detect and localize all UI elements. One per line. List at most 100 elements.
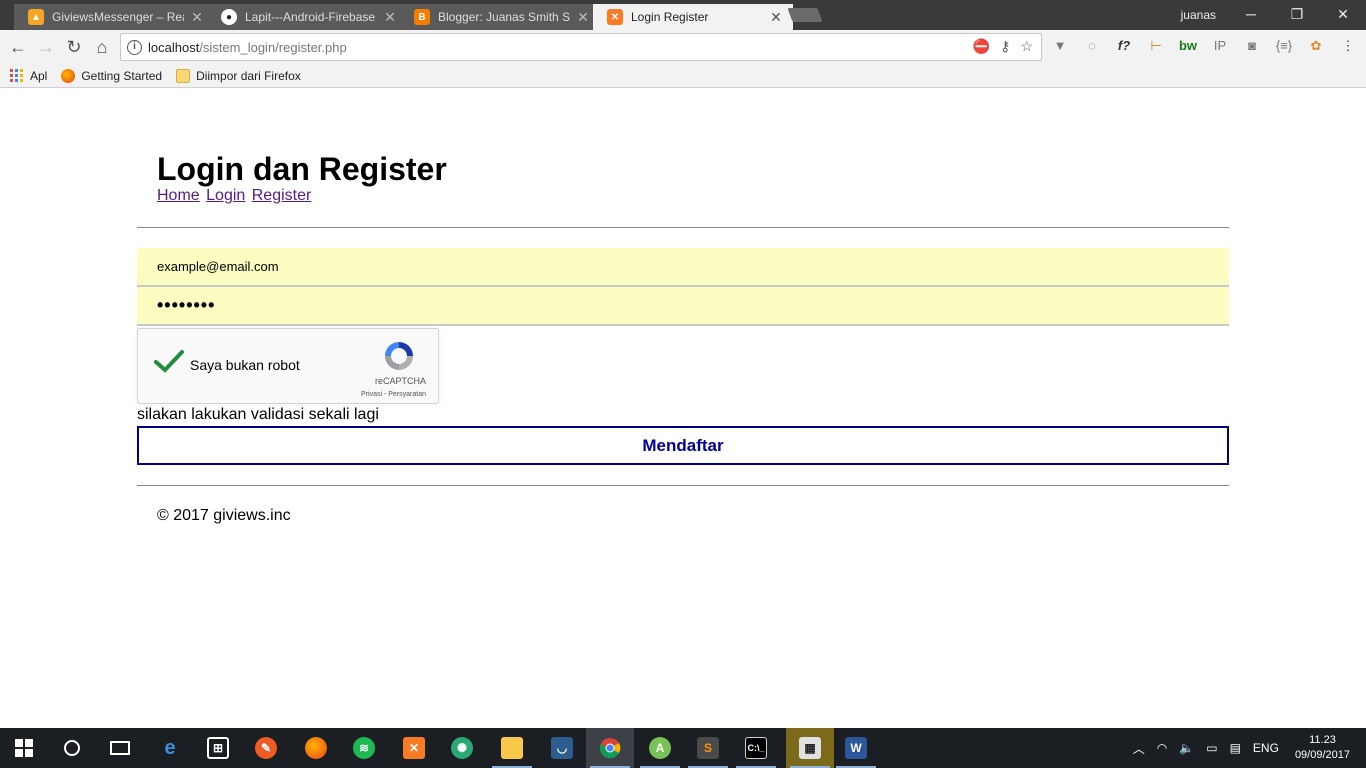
minimize-icon[interactable]: ─	[1228, 0, 1274, 30]
tab-github[interactable]: ● Lapit---Android-Firebase ✕	[207, 4, 407, 30]
browser-tab-strip: ▲ GiviewsMessenger – Real ✕ ● Lapit---An…	[0, 0, 1366, 30]
taskbar-android-studio[interactable]: A	[636, 728, 684, 768]
home-icon[interactable]: ⌂	[90, 35, 114, 59]
chevron-up-icon[interactable]: ︿	[1133, 740, 1145, 757]
tab-giviews-messenger[interactable]: ▲ GiviewsMessenger – Real ✕	[14, 4, 214, 30]
checkmark-icon[interactable]	[154, 349, 184, 373]
clock-date: 09/09/2017	[1294, 749, 1350, 761]
address-bar[interactable]: i localhost/sistem_login/register.php ⛔ …	[120, 33, 1042, 61]
blocked-popup-icon[interactable]: ⛔	[973, 38, 990, 55]
clock[interactable]: 11.23 09/09/2017	[1295, 733, 1350, 763]
volume-icon[interactable]: 🔈	[1179, 741, 1194, 755]
wifi-icon[interactable]: ◠	[1157, 741, 1167, 755]
sublime-text-icon: S	[697, 737, 719, 759]
search-button[interactable]	[48, 728, 96, 768]
captcha-links[interactable]: Privasi - Persyaratan	[361, 391, 426, 398]
footer-text: © 2017 giviews.inc	[157, 507, 291, 524]
password-field[interactable]: ••••••••	[137, 287, 1229, 326]
key-icon[interactable]: ⚷	[1000, 38, 1010, 55]
tab-title: Lapit---Android-Firebase	[245, 10, 376, 24]
extension-circle-icon[interactable]: ◌	[1082, 35, 1102, 57]
info-icon[interactable]: i	[127, 39, 142, 55]
android-studio-icon: A	[649, 737, 671, 759]
new-tab-button[interactable]	[787, 8, 823, 22]
close-icon[interactable]: ✕	[383, 9, 397, 26]
bookmark-apps[interactable]: Apl	[10, 68, 47, 83]
taskbar-store[interactable]: ⊞	[194, 728, 242, 768]
taskbar-sublime[interactable]: S	[684, 728, 732, 768]
taskbar-atom[interactable]: ✺	[438, 728, 486, 768]
folder-icon	[176, 68, 191, 83]
nav-login-link[interactable]: Login	[206, 187, 245, 204]
ip-icon[interactable]: IP	[1210, 35, 1230, 57]
firefox-icon	[305, 737, 327, 759]
close-icon[interactable]: ✕	[576, 9, 590, 26]
taskbar-chrome[interactable]	[586, 728, 634, 768]
spotify-icon: ≋	[353, 737, 375, 759]
task-view-button[interactable]	[96, 728, 144, 768]
url-path: /sistem_login/register.php	[199, 39, 347, 55]
captcha-label: Saya bukan robot	[190, 357, 300, 373]
taskbar-word[interactable]: W	[832, 728, 880, 768]
language-indicator[interactable]: ENG	[1253, 741, 1279, 755]
window-controls: ─ ❐ ✕	[1228, 0, 1366, 30]
tab-title: Login Register	[631, 10, 709, 24]
forward-arrow-icon[interactable]: →	[34, 35, 58, 59]
restore-icon[interactable]: ❐	[1274, 0, 1320, 30]
tab-blogger[interactable]: B Blogger: Juanas Smith Sh ✕	[400, 4, 600, 30]
vue-devtools-icon[interactable]: ▼	[1050, 35, 1070, 57]
chrome-icon	[599, 738, 621, 759]
bookmark-getting-started[interactable]: Getting Started	[61, 68, 162, 83]
reload-icon[interactable]: ↻	[62, 35, 86, 59]
xampp-icon: ✕	[607, 9, 623, 25]
cookie-icon[interactable]: ✿	[1306, 35, 1326, 57]
json-viewer-icon[interactable]: {≡}	[1274, 35, 1294, 57]
firefox-icon	[61, 68, 76, 83]
taskbar-firefox[interactable]	[292, 728, 340, 768]
camera-icon[interactable]: ◙	[1242, 35, 1262, 57]
recaptcha-widget: Saya bukan robot reCAPTCHA Privasi - Per…	[137, 328, 439, 404]
bookmark-label: Diimpor dari Firefox	[196, 68, 301, 83]
postman-icon: ✎	[255, 737, 277, 759]
tab-title: Blogger: Juanas Smith Sh	[438, 10, 570, 24]
back-arrow-icon[interactable]: ←	[6, 35, 30, 59]
taskbar-file-explorer[interactable]	[488, 728, 536, 768]
github-icon: ●	[221, 9, 237, 25]
validation-message: silakan lakukan validasi sekali lagi	[137, 406, 379, 423]
notification-icon[interactable]: ▤	[1230, 741, 1241, 755]
browser-toolbar: ← → ↻ ⌂ i localhost/sistem_login/registe…	[0, 30, 1366, 64]
page-content: Login dan Register Home Login Register e…	[0, 89, 1366, 728]
header-divider	[137, 227, 1229, 228]
taskbar-spotify[interactable]: ≋	[340, 728, 388, 768]
close-window-icon[interactable]: ✕	[1320, 0, 1366, 30]
bookmark-star-icon[interactable]: ☆	[1020, 38, 1033, 55]
task-view-icon	[110, 741, 130, 755]
apps-icon	[10, 68, 24, 83]
store-icon: ⊞	[207, 737, 229, 759]
ruler-icon[interactable]: ⊢	[1146, 35, 1166, 57]
battery-icon[interactable]: ▭	[1206, 741, 1217, 755]
profile-name[interactable]: juanas	[1181, 0, 1216, 30]
taskbar-video-editor[interactable]: ▦	[786, 728, 834, 768]
whatfont-icon[interactable]: f?	[1114, 35, 1134, 57]
start-button[interactable]	[0, 728, 48, 768]
taskbar-terminal[interactable]: C:\_	[732, 728, 780, 768]
taskbar-edge[interactable]: e	[146, 728, 194, 768]
taskbar-app[interactable]: ◡	[538, 728, 586, 768]
register-button[interactable]: Mendaftar	[137, 426, 1229, 465]
nav-register-link[interactable]: Register	[252, 187, 312, 204]
tab-login-register[interactable]: ✕ Login Register ✕	[593, 4, 793, 30]
footer-divider	[137, 485, 1229, 486]
atom-icon: ✺	[451, 737, 473, 759]
email-field[interactable]: example@email.com	[137, 248, 1229, 287]
blogger-icon: B	[414, 9, 430, 25]
url-host: localhost	[148, 39, 200, 55]
close-icon[interactable]: ✕	[769, 9, 783, 26]
taskbar-postman[interactable]: ✎	[242, 728, 290, 768]
builtwith-icon[interactable]: bw	[1178, 35, 1198, 57]
menu-icon[interactable]: ⋮	[1338, 35, 1358, 57]
taskbar-xampp[interactable]: ✕	[390, 728, 438, 768]
nav-home-link[interactable]: Home	[157, 187, 200, 204]
bookmark-imported-firefox[interactable]: Diimpor dari Firefox	[176, 68, 301, 83]
close-icon[interactable]: ✕	[190, 9, 204, 26]
